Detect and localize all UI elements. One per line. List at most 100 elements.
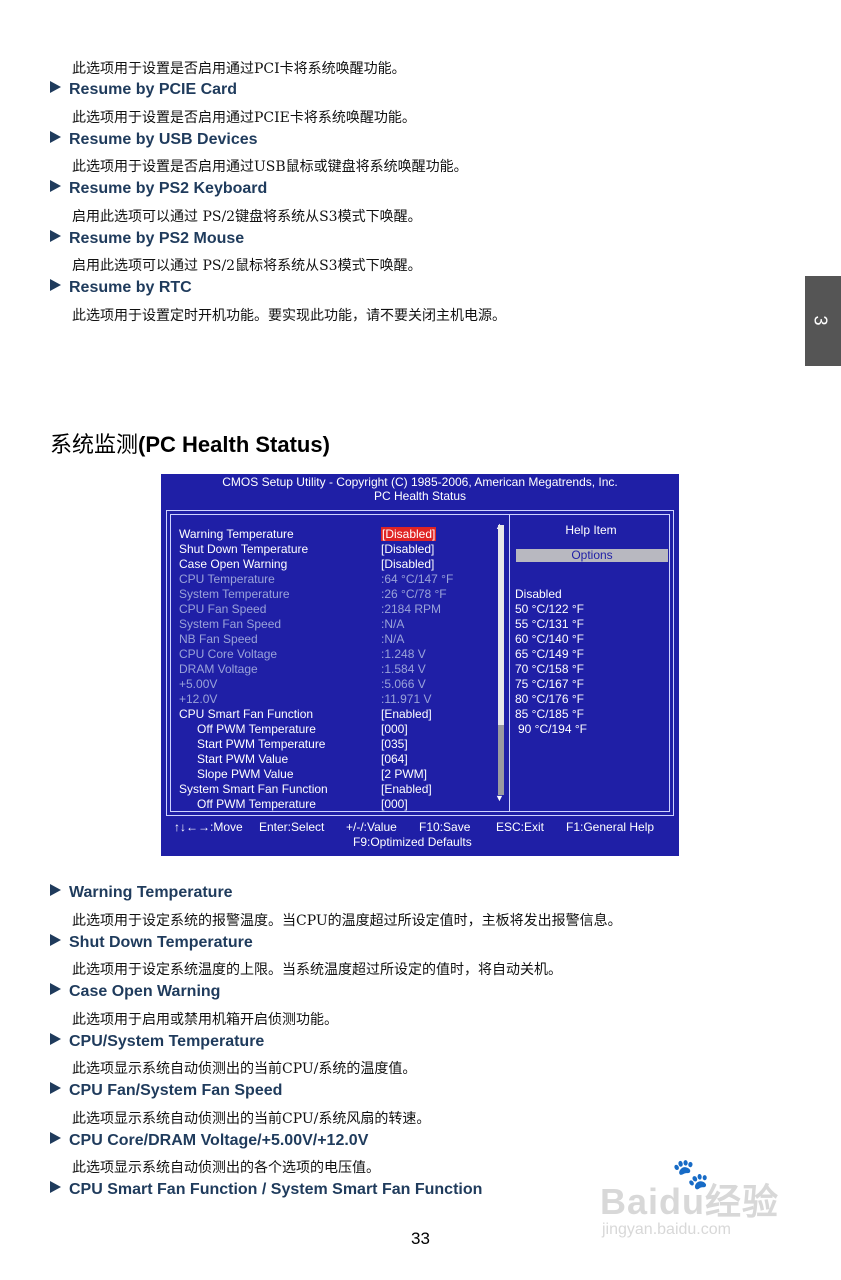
option-item[interactable]: 80 °C/176 °F (515, 692, 584, 706)
value-text: [2 PWM] (381, 767, 428, 781)
desc-fan-speed: 此选项显示系统自动侦测出的当前CPU/系统风扇的转速。 (72, 1111, 431, 1127)
bullet-triangle-icon (50, 1082, 61, 1094)
heading-resume-usb: Resume by USB Devices (50, 131, 258, 149)
value-text: :1.248 V (381, 647, 426, 661)
option-item[interactable]: 90 °C/194 °F (518, 722, 587, 736)
heading-cpu-system-temperature: CPU/System Temperature (50, 1033, 264, 1051)
scroll-down-icon[interactable]: ▼ (495, 793, 504, 803)
bios-setting-value[interactable]: [Enabled] (381, 707, 432, 722)
footer-value: +/-/:Value (346, 820, 397, 834)
bios-setting-value[interactable]: [Disabled] (381, 557, 434, 572)
bios-setting-label: Warning Temperature (179, 527, 294, 541)
value-text: :26 °C/78 °F (381, 587, 447, 601)
footer-move: ↑↓←→:Move (174, 820, 243, 834)
value-text: [035] (381, 737, 408, 751)
page-number: 33 (411, 1229, 430, 1248)
bios-setting-label: +5.00V (179, 677, 218, 691)
value-text: :N/A (381, 632, 405, 646)
bios-setting-label: +12.0V (179, 692, 218, 706)
heading-case-open-warning: Case Open Warning (50, 983, 220, 1001)
heading-smart-fan-function: CPU Smart Fan Function / System Smart Fa… (50, 1181, 482, 1199)
footer-exit: ESC:Exit (496, 820, 545, 834)
value-text: [064] (381, 752, 408, 766)
bios-setting-value: :2184 RPM (381, 602, 441, 617)
bios-setting-value[interactable]: [000] (381, 722, 408, 737)
bullet-triangle-icon (50, 180, 61, 192)
help-item-title: Help Item (565, 523, 617, 537)
section-title: 系统监测(PC Health Status) (50, 432, 330, 458)
bios-setting-value: :1.248 V (381, 647, 426, 662)
bios-setting-label: Off PWM Temperature (197, 722, 316, 736)
option-item[interactable]: 75 °C/167 °F (515, 677, 584, 691)
bios-setting-value: :5.066 V (381, 677, 426, 692)
option-item[interactable]: 65 °C/149 °F (515, 647, 584, 661)
bullet-triangle-icon (50, 81, 61, 93)
bios-setting-label: CPU Smart Fan Function (179, 707, 314, 721)
option-item[interactable]: 70 °C/158 °F (515, 662, 584, 676)
bios-setting-label: Start PWM Temperature (197, 737, 326, 751)
bios-setting-value: :N/A (381, 632, 404, 647)
bios-setting-value[interactable]: [Enabled] (381, 782, 432, 797)
bios-setting-value[interactable]: [Disabled] (381, 542, 434, 557)
heading-resume-rtc: Resume by RTC (50, 279, 192, 297)
desc-cpu-system-temperature: 此选项显示系统自动侦测出的当前CPU/系统的温度值。 (72, 1061, 417, 1077)
value-text: :64 °C/147 °F (381, 572, 454, 586)
bios-setting-value[interactable]: [2 PWM] (381, 767, 427, 782)
bios-setting-value: :N/A (381, 617, 404, 632)
bullet-triangle-icon (50, 934, 61, 946)
heading-resume-pcie: Resume by PCIE Card (50, 81, 237, 99)
option-item[interactable]: 85 °C/185 °F (515, 707, 584, 721)
heading-resume-ps2-mouse: Resume by PS2 Mouse (50, 230, 244, 248)
heading-resume-ps2-keyboard: Resume by PS2 Keyboard (50, 180, 267, 198)
bios-frame: Warning Temperature [Disabled] Shut Down T… (166, 510, 674, 816)
footer-enter: Enter:Select (259, 820, 325, 834)
footer-help: F1:General Help (566, 820, 655, 834)
desc-shutdown-temperature: 此选项用于设定系统温度的上限。当系统温度超过所设定的值时，将自动关机。 (72, 962, 562, 978)
bios-setting-value[interactable]: [064] (381, 752, 408, 767)
bios-setting-label: DRAM Voltage (179, 662, 258, 676)
value-text: [Enabled] (381, 782, 432, 796)
bios-scrollbar[interactable] (498, 525, 504, 795)
bios-inner-frame: Warning Temperature [Disabled] Shut Down T… (170, 514, 670, 812)
value-text: [000] (381, 722, 408, 736)
bios-setting-label: Off PWM Temperature (197, 797, 316, 811)
bios-setting-label: Start PWM Value (197, 752, 289, 766)
options-header: Options (516, 549, 668, 562)
option-item[interactable]: 50 °C/122 °F (515, 602, 584, 616)
scrollbar-thumb[interactable] (498, 725, 504, 795)
option-item[interactable]: Disabled (515, 587, 562, 601)
bios-setting-value[interactable]: [035] (381, 737, 408, 752)
bios-setting-label: CPU Temperature (179, 572, 275, 586)
value-text: [Enabled] (381, 707, 432, 721)
bios-setting-value[interactable]: [Disabled] (381, 527, 437, 542)
value-text: [Disabled] (381, 542, 435, 556)
bios-setting-label: Case Open Warning (179, 557, 288, 571)
heading-warning-temperature: Warning Temperature (50, 884, 233, 902)
heading-voltage: CPU Core/DRAM Voltage/+5.00V/+12.0V (50, 1132, 368, 1150)
bios-setting-label: Shut Down Temperature (179, 542, 309, 556)
desc-resume-usb: 此选项用于设置是否启用通过USB鼠标或键盘将系统唤醒功能。 (72, 159, 468, 175)
bios-setting-value: :1.584 V (381, 662, 426, 677)
bios-setting-label: Slope PWM Value (197, 767, 294, 781)
bullet-triangle-icon (50, 1033, 61, 1045)
desc-warning-temperature: 此选项用于设定系统的报警温度。当CPU的温度超过所设定值时，主板将发出报警信息。 (72, 913, 622, 929)
option-item[interactable]: 60 °C/140 °F (515, 632, 584, 646)
bullet-triangle-icon (50, 1132, 61, 1144)
bios-setting-value: :11.971 V (381, 692, 431, 707)
bios-setting-label: CPU Fan Speed (179, 602, 267, 616)
bios-setting-value: :26 °C/78 °F (381, 587, 447, 602)
bios-setting-label: System Fan Speed (179, 617, 282, 631)
desc-resume-ps2-mouse: 启用此选项可以通过 PS/2鼠标将系统从S3模式下唤醒。 (72, 258, 422, 274)
bullet-triangle-icon (50, 230, 61, 242)
option-item[interactable]: 55 °C/131 °F (515, 617, 584, 631)
bios-setting-label: CPU Core Voltage (179, 647, 278, 661)
value-text: :N/A (381, 617, 405, 631)
bios-setting-value[interactable]: [000] (381, 797, 408, 812)
pci-description: 此选项用于设置是否启用通过PCI卡将系统唤醒功能。 (72, 61, 406, 77)
bios-setting-label: System Temperature (179, 587, 290, 601)
bullet-triangle-icon (50, 1181, 61, 1193)
chapter-tab: 3 (805, 276, 841, 366)
desc-case-open-warning: 此选项用于启用或禁用机箱开启侦测功能。 (72, 1012, 338, 1028)
bullet-triangle-icon (50, 279, 61, 291)
bios-setting-value: :64 °C/147 °F (381, 572, 453, 587)
